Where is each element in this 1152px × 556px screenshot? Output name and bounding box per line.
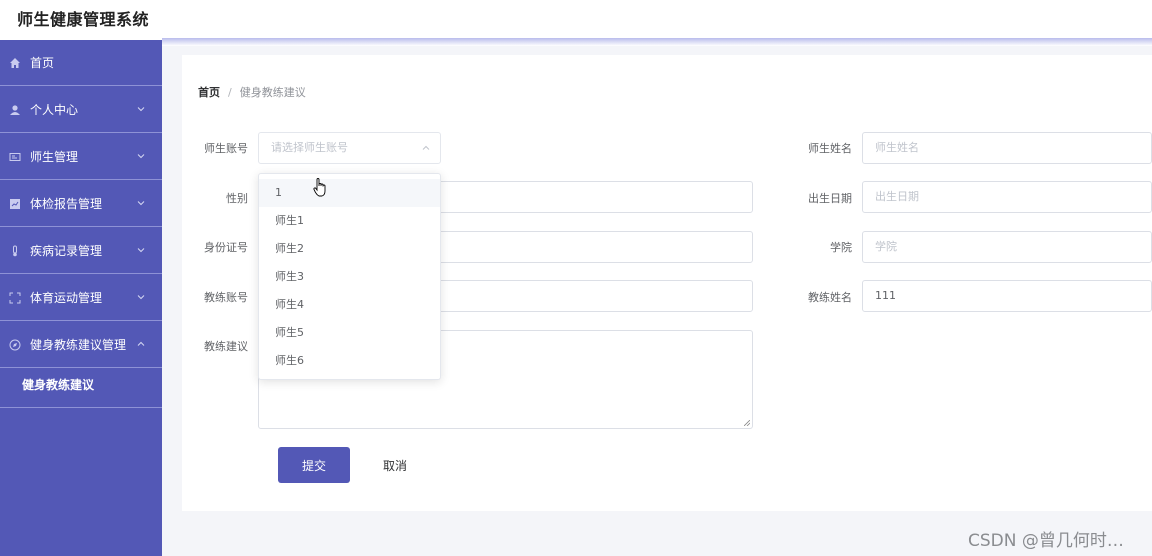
breadcrumb-separator: / xyxy=(228,86,232,99)
watermark: CSDN @曾几何时… xyxy=(968,531,1124,551)
name-input[interactable]: 师生姓名 xyxy=(862,132,1152,164)
thermometer-icon xyxy=(9,245,21,257)
dropdown-option[interactable]: 师生5 xyxy=(259,319,440,347)
header-shadow xyxy=(162,38,1152,46)
sidebar-item-personal-center[interactable]: 个人中心 xyxy=(0,87,162,133)
app-title: 师生健康管理系统 xyxy=(17,10,150,29)
chevron-down-icon xyxy=(137,107,145,112)
advice-label: 教练建议 xyxy=(204,340,248,353)
sidebar-item-sports[interactable]: 体育运动管理 xyxy=(0,275,162,321)
report-icon xyxy=(9,198,21,210)
hand-cursor-icon xyxy=(313,178,326,197)
chevron-down-icon xyxy=(137,154,145,159)
sidebar-item-label: 师生管理 xyxy=(30,150,79,164)
chevron-up-icon xyxy=(422,145,430,150)
dropdown-option[interactable]: 1 xyxy=(259,179,440,207)
sidebar-item-label: 个人中心 xyxy=(30,103,79,117)
breadcrumb: 首页 / 健身教练建议 xyxy=(198,84,306,100)
resize-handle-icon[interactable] xyxy=(744,420,750,426)
college-label: 学院 xyxy=(830,241,852,254)
sidebar-item-label: 首页 xyxy=(30,56,55,70)
dropdown-option[interactable]: 师生6 xyxy=(259,347,440,375)
dropdown-option[interactable]: 师生4 xyxy=(259,291,440,319)
sidebar-item-teacher-student[interactable]: 师生管理 xyxy=(0,134,162,180)
dropdown-option[interactable]: 师生3 xyxy=(259,263,440,291)
coach-account-label: 教练账号 xyxy=(204,291,248,304)
sidebar-item-disease-record[interactable]: 疾病记录管理 xyxy=(0,228,162,274)
sidebar-subitem-coach-advice[interactable]: 健身教练建议 xyxy=(0,361,162,408)
chevron-up-icon xyxy=(137,341,145,346)
name-label: 师生姓名 xyxy=(808,142,852,155)
sidebar-item-home[interactable]: 首页 xyxy=(0,40,162,86)
chevron-down-icon xyxy=(137,295,145,300)
sidebar: 首页 个人中心 师生管理 体检报告管理 疾病记录管理 体育运动管理 健身教练建议… xyxy=(0,40,162,556)
coach-name-input[interactable]: 111 xyxy=(862,280,1152,312)
coach-name-label: 教练姓名 xyxy=(808,291,852,304)
cancel-button[interactable]: 取消 xyxy=(366,447,424,483)
top-bar: 师生健康管理系统 xyxy=(0,0,1152,40)
sidebar-item-label: 体育运动管理 xyxy=(30,291,103,305)
account-placeholder: 请选择师生账号 xyxy=(271,141,348,154)
submit-button[interactable]: 提交 xyxy=(278,447,350,483)
sidebar-item-label: 体检报告管理 xyxy=(30,197,103,211)
id-card-icon xyxy=(9,151,21,163)
account-select[interactable]: 请选择师生账号 xyxy=(258,132,441,164)
sidebar-item-label: 健身教练建议管理 xyxy=(30,338,127,352)
sidebar-item-checkup-report[interactable]: 体检报告管理 xyxy=(0,181,162,227)
gender-label: 性别 xyxy=(226,192,248,205)
home-icon xyxy=(9,57,21,69)
id-label: 身份证号 xyxy=(204,241,248,254)
breadcrumb-panel: 首页 / 健身教练建议 xyxy=(182,55,1152,122)
account-label: 师生账号 xyxy=(204,142,248,155)
fullscreen-icon xyxy=(9,292,21,304)
sidebar-item-label: 疾病记录管理 xyxy=(30,244,103,258)
breadcrumb-current: 健身教练建议 xyxy=(239,86,306,99)
breadcrumb-home[interactable]: 首页 xyxy=(198,86,220,99)
dropdown-option[interactable]: 师生1 xyxy=(259,207,440,235)
account-dropdown: 1 师生1 师生2 师生3 师生4 师生5 师生6 xyxy=(258,173,441,380)
chevron-down-icon xyxy=(137,248,145,253)
college-input[interactable]: 学院 xyxy=(862,231,1152,263)
birth-date-input[interactable]: 出生日期 xyxy=(862,181,1152,213)
user-icon xyxy=(9,104,21,116)
compass-icon xyxy=(9,339,21,351)
chevron-down-icon xyxy=(137,201,145,206)
birth-label: 出生日期 xyxy=(808,192,852,205)
dropdown-option[interactable]: 师生2 xyxy=(259,235,440,263)
